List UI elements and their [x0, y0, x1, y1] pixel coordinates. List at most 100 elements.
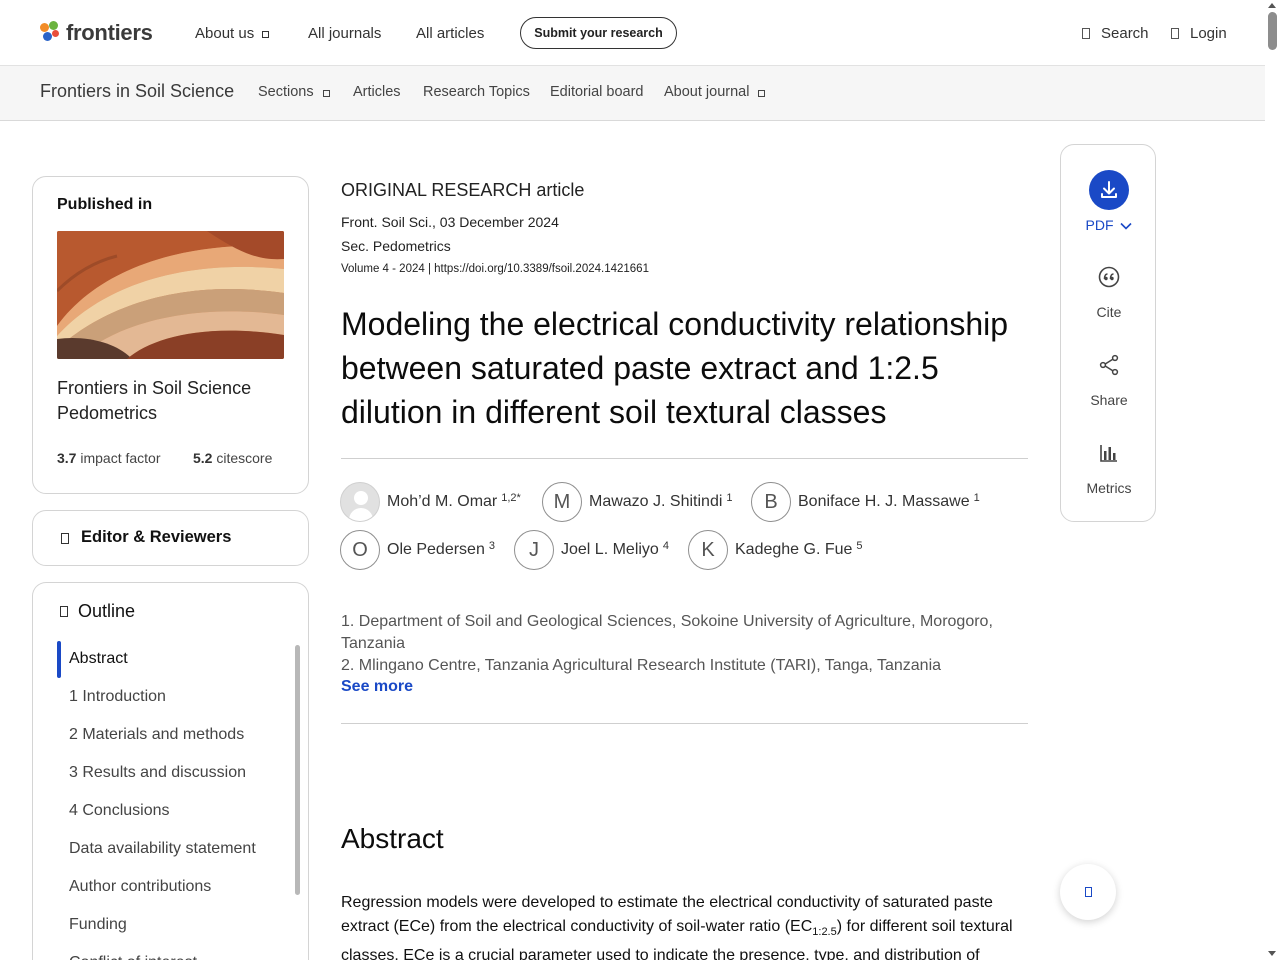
- list-icon: [60, 606, 68, 617]
- author-massawe[interactable]: B Boniface H. J. Massawe 1: [751, 482, 980, 522]
- search-button[interactable]: Search: [1082, 25, 1149, 42]
- author-name: Moh’d M. Omar: [387, 493, 498, 510]
- author-pedersen[interactable]: O Ole Pedersen 3: [340, 530, 495, 570]
- nav-all-journals-label: All journals: [308, 25, 382, 42]
- citescore-value: 5.2: [193, 450, 213, 466]
- author-shitindi[interactable]: M Mawazo J. Shitindi 1: [542, 482, 733, 522]
- outline-item-author-contributions[interactable]: Author contributions: [57, 868, 297, 906]
- share-icon[interactable]: [1097, 353, 1121, 377]
- outline-scrollbar[interactable]: [295, 645, 300, 895]
- nav-all-articles[interactable]: All articles: [416, 25, 484, 42]
- published-section-name[interactable]: Pedometrics: [57, 401, 251, 426]
- nav-all-journals[interactable]: All journals: [308, 25, 381, 42]
- login-button[interactable]: Login: [1171, 25, 1227, 42]
- outline-item-funding[interactable]: Funding: [57, 906, 297, 944]
- article-section[interactable]: Sec. Pedometrics: [341, 238, 451, 254]
- author-name: Boniface H. J. Massawe: [798, 493, 970, 510]
- nav-all-articles-label: All articles: [416, 25, 485, 42]
- citescore-metric: 5.2 citescore: [193, 450, 272, 466]
- journal-nav-sections[interactable]: Sections: [258, 84, 330, 100]
- author-affiliation: 4: [662, 540, 669, 552]
- editor-reviewers-toggle[interactable]: Editor & Reviewers: [32, 510, 309, 566]
- chevron-down-icon: [1120, 222, 1133, 230]
- floating-help-button[interactable]: [1060, 864, 1116, 920]
- author-affiliation: 5: [856, 540, 863, 552]
- outline-item-introduction[interactable]: 1 Introduction: [57, 678, 297, 716]
- see-more-link[interactable]: See more: [341, 678, 413, 696]
- author-affiliation: 1: [726, 492, 733, 504]
- outline-item-conflict-of-interest[interactable]: Conflict of interest: [57, 944, 297, 960]
- login-label: Login: [1190, 25, 1227, 42]
- author-avatar: M: [542, 482, 582, 522]
- scroll-down-arrow-icon[interactable]: [1268, 951, 1276, 956]
- journal-nav-research-topics[interactable]: Research Topics: [423, 84, 530, 100]
- author-affiliation: 1,2*: [501, 492, 521, 504]
- nav-about-us[interactable]: About us: [195, 25, 270, 42]
- author-fue[interactable]: K Kadeghe G. Fue 5: [688, 530, 863, 570]
- author-avatar: J: [514, 530, 554, 570]
- doi-link[interactable]: https://doi.org/10.3389/fsoil.2024.14216…: [434, 263, 649, 275]
- page-scrollbar[interactable]: [1265, 0, 1280, 960]
- submit-research-button[interactable]: Submit your research: [520, 17, 677, 49]
- outline-item-abstract[interactable]: Abstract: [57, 640, 297, 678]
- abstract-subscript: 1:2.5: [812, 926, 837, 939]
- abstract-heading: Abstract: [341, 823, 444, 854]
- soil-layers-illustration: [57, 231, 284, 359]
- published-in-heading: Published in: [57, 196, 153, 213]
- editor-reviewers-label: Editor & Reviewers: [81, 528, 232, 546]
- chevron-down-icon: [322, 89, 330, 97]
- published-in-card: Published in Frontiers in Soil Science P…: [32, 176, 309, 494]
- journal-nav-articles-label: Articles: [353, 84, 401, 100]
- author-affiliation: 1: [973, 492, 980, 504]
- chevron-down-icon: [758, 89, 766, 97]
- outline-item-results-discussion[interactable]: 3 Results and discussion: [57, 754, 297, 792]
- article-actions-rail: PDF Cite Share Metrics: [1060, 144, 1156, 522]
- outline-item-conclusions[interactable]: 4 Conclusions: [57, 792, 297, 830]
- title-divider: [341, 458, 1028, 459]
- affiliation-1: 1. Department of Soil and Geological Sci…: [341, 613, 993, 652]
- chevron-down-icon: [262, 31, 270, 38]
- outline-item-data-availability[interactable]: Data availability statement: [57, 830, 297, 868]
- author-meliyo[interactable]: J Joel L. Meliyo 4: [514, 530, 669, 570]
- published-journal-name[interactable]: Frontiers in Soil Science: [57, 376, 251, 401]
- impact-factor-label: impact factor: [80, 450, 161, 466]
- pdf-download-button[interactable]: [1089, 170, 1129, 210]
- journal-nav-about-journal[interactable]: About journal: [664, 84, 766, 100]
- impact-factor-value: 3.7: [57, 450, 77, 466]
- affiliation-2: 2. Mlingano Centre, Tanzania Agricultura…: [341, 657, 942, 674]
- author-avatar: K: [688, 530, 728, 570]
- outline-item-materials-methods[interactable]: 2 Materials and methods: [57, 716, 297, 754]
- abstract-text: Regression models were developed to esti…: [341, 891, 1031, 960]
- cite-icon[interactable]: [1097, 265, 1121, 289]
- journal-title[interactable]: Frontiers in Soil Science: [40, 81, 234, 102]
- people-icon: [61, 533, 69, 544]
- author-affiliation: 3: [488, 540, 495, 552]
- download-icon: [1101, 181, 1117, 198]
- journal-nav-editorial-board[interactable]: Editorial board: [550, 84, 644, 100]
- author-avatar: O: [340, 530, 380, 570]
- author-name: Kadeghe G. Fue: [735, 541, 853, 558]
- user-icon: [1171, 28, 1179, 39]
- article-volume: Volume 4 - 2024 |: [341, 263, 435, 275]
- nav-about-us-label: About us: [195, 25, 255, 42]
- outline-card: Outline Abstract 1 Introduction 2 Materi…: [32, 582, 309, 960]
- impact-factor-metric: 3.7 impact factor: [57, 450, 161, 466]
- scroll-thumb[interactable]: [1268, 12, 1277, 50]
- pdf-dropdown[interactable]: PDF: [1061, 217, 1157, 233]
- metrics-label[interactable]: Metrics: [1061, 480, 1157, 496]
- frontiers-logo[interactable]: frontiers: [40, 20, 153, 46]
- journal-cover-image[interactable]: [57, 231, 284, 359]
- share-label[interactable]: Share: [1061, 392, 1157, 408]
- journal-nav-articles[interactable]: Articles: [353, 84, 401, 100]
- journal-nav-editorial-board-label: Editorial board: [550, 84, 644, 100]
- journal-nav-research-topics-label: Research Topics: [423, 84, 530, 100]
- logo-text: frontiers: [66, 20, 153, 45]
- author-name: Joel L. Meliyo: [561, 541, 659, 558]
- author-photo: [340, 482, 380, 522]
- author-omar[interactable]: Moh’d M. Omar 1,2*: [340, 482, 521, 522]
- metrics-icon[interactable]: [1097, 441, 1121, 465]
- citescore-label: citescore: [216, 450, 273, 466]
- scroll-up-arrow-icon[interactable]: [1268, 3, 1276, 8]
- journal-nav-about-journal-label: About journal: [664, 84, 750, 100]
- cite-label[interactable]: Cite: [1061, 304, 1157, 320]
